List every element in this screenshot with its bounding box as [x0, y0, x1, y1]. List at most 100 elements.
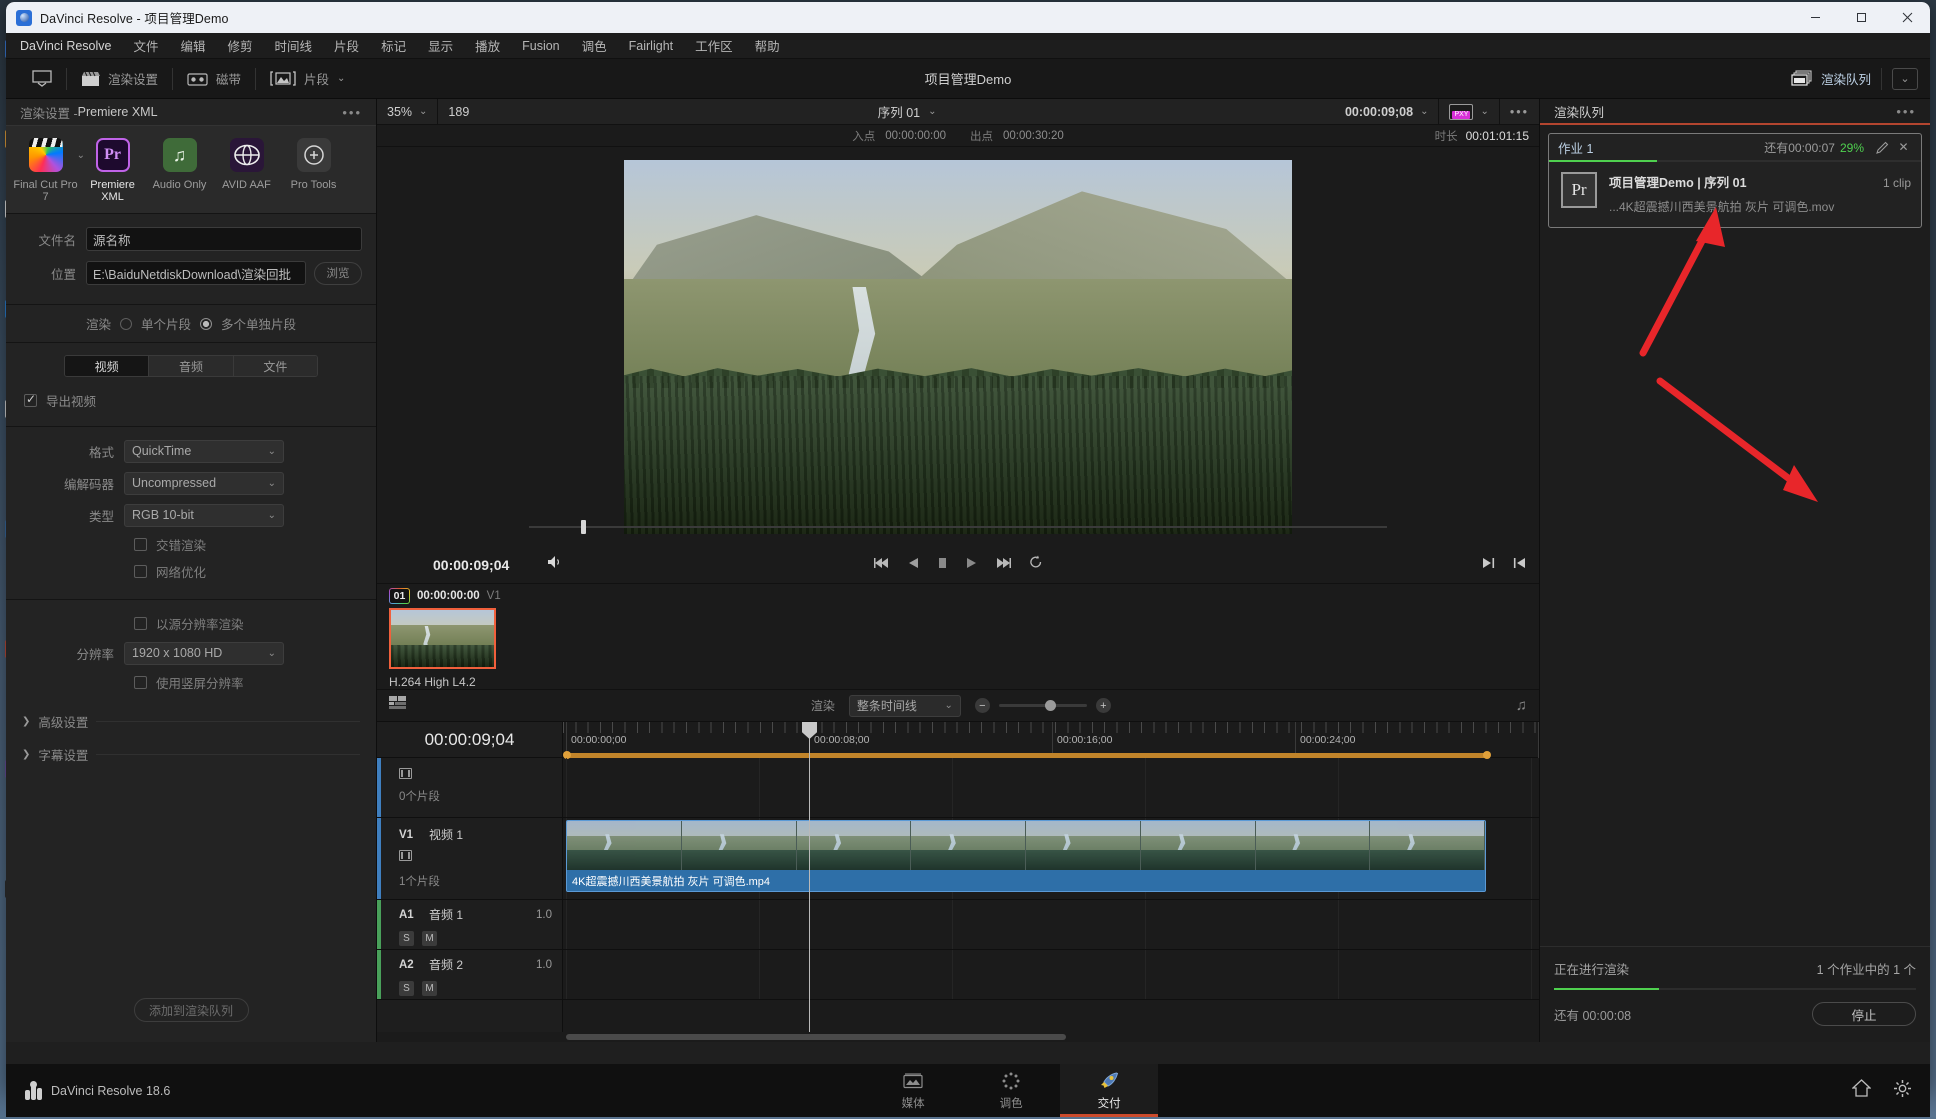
- tab-audio[interactable]: 音频: [149, 356, 233, 376]
- network-optimization-row[interactable]: 网络优化: [134, 562, 376, 581]
- viewer-scrubber[interactable]: [377, 520, 1539, 534]
- audio-note-icon[interactable]: ♫: [1516, 697, 1527, 714]
- tab-video[interactable]: 视频: [65, 356, 149, 376]
- page-color[interactable]: 调色: [962, 1064, 1060, 1117]
- loop-button[interactable]: [1029, 555, 1043, 574]
- tab-file[interactable]: 文件: [234, 356, 317, 376]
- network-optimization-checkbox[interactable]: [134, 565, 147, 578]
- render-job-card[interactable]: 作业 1 还有00:00:0729% ✕ Pr: [1548, 133, 1922, 228]
- export-video-row[interactable]: 导出视频: [24, 391, 376, 410]
- viewer-options-button[interactable]: •••: [1500, 99, 1539, 125]
- monitor-toggle-button[interactable]: [18, 66, 66, 92]
- mute-button[interactable]: M: [422, 981, 437, 996]
- menu-fusion[interactable]: Fusion: [522, 39, 560, 53]
- render-queue-button[interactable]: 渲染队列: [1791, 69, 1871, 88]
- scrollbar-thumb[interactable]: [566, 1034, 1066, 1040]
- minimize-button[interactable]: [1792, 2, 1838, 33]
- clip-mode-button[interactable]: 片段 ⌄: [256, 66, 359, 92]
- play-reverse-button[interactable]: [908, 556, 919, 574]
- timeline-lane-empty[interactable]: [563, 758, 1539, 818]
- track-gain[interactable]: 1.0: [536, 959, 552, 971]
- interlaced-checkbox[interactable]: [134, 538, 147, 551]
- radio-individual-clips[interactable]: [200, 318, 212, 330]
- zoom-selector[interactable]: 35% ⌄: [377, 99, 438, 125]
- render-queue-options-icon[interactable]: •••: [1896, 104, 1916, 119]
- timeline-canvas[interactable]: 00:00:00;00 00:00:08;00 00:00:16;00 00:0…: [563, 722, 1539, 1032]
- add-to-render-queue-button[interactable]: 添加到渲染队列: [134, 998, 249, 1022]
- timeline-view-icon[interactable]: [389, 696, 406, 715]
- solo-button[interactable]: S: [399, 981, 414, 996]
- subtitle-settings-accordion[interactable]: ❯ 字幕设置: [22, 745, 360, 764]
- menu-timeline[interactable]: 时间线: [275, 36, 313, 55]
- preset-pro-tools[interactable]: Pro Tools: [280, 138, 347, 191]
- menu-edit[interactable]: 编辑: [181, 36, 206, 55]
- solo-button[interactable]: S: [399, 931, 414, 946]
- zoom-slider-track[interactable]: [999, 704, 1087, 707]
- stop-render-button[interactable]: 停止: [1812, 1002, 1916, 1026]
- skip-to-end-button[interactable]: [995, 556, 1011, 574]
- radio-single-clip[interactable]: [120, 318, 132, 330]
- gear-icon[interactable]: [1893, 1079, 1912, 1103]
- menu-workspace[interactable]: 工作区: [695, 36, 733, 55]
- sequence-selector[interactable]: 序列 01 ⌄: [479, 102, 1335, 121]
- timeline-lane-a2[interactable]: [563, 950, 1539, 1000]
- menu-fairlight[interactable]: Fairlight: [629, 39, 673, 53]
- menu-trim[interactable]: 修剪: [228, 36, 253, 55]
- track-header-video-empty[interactable]: 0个片段: [377, 758, 562, 818]
- menu-color[interactable]: 调色: [582, 36, 607, 55]
- close-icon[interactable]: ✕: [1895, 140, 1912, 154]
- codec-select[interactable]: Uncompressed ⌄: [124, 472, 284, 495]
- skip-to-start-button[interactable]: [874, 556, 890, 574]
- format-select[interactable]: QuickTime ⌄: [124, 440, 284, 463]
- track-gain[interactable]: 1.0: [536, 909, 552, 921]
- tape-button[interactable]: 磁带: [173, 66, 255, 92]
- source-resolution-checkbox[interactable]: [134, 617, 147, 630]
- audio-icon[interactable]: [547, 555, 564, 574]
- render-range-select[interactable]: 整条时间线 ⌄: [849, 695, 961, 717]
- preset-final-cut-pro-7[interactable]: Final Cut Pro 7 ⌄: [12, 138, 79, 203]
- menu-help[interactable]: 帮助: [755, 36, 780, 55]
- browse-button[interactable]: 浏览: [314, 262, 362, 285]
- stop-button[interactable]: [937, 556, 948, 574]
- type-select[interactable]: RGB 10-bit ⌄: [124, 504, 284, 527]
- panel-toggle-button[interactable]: ⌄: [1892, 68, 1918, 90]
- advanced-settings-accordion[interactable]: ❯ 高级设置: [22, 712, 360, 731]
- out-value[interactable]: 00:00:30:20: [1003, 130, 1064, 142]
- filename-input[interactable]: [86, 227, 362, 251]
- maximize-button[interactable]: [1838, 2, 1884, 33]
- timeline-ruler[interactable]: 00:00:00;00 00:00:08;00 00:00:16;00 00:0…: [563, 722, 1539, 758]
- panel-options-icon[interactable]: •••: [342, 105, 362, 120]
- track-header-a1[interactable]: A1 音频 1 1.0 S M: [377, 900, 562, 950]
- page-media[interactable]: 媒体: [864, 1064, 962, 1117]
- next-marker-button[interactable]: [1481, 556, 1496, 574]
- menu-davinci-resolve[interactable]: DaVinci Resolve: [20, 39, 111, 53]
- menu-mark[interactable]: 标记: [381, 36, 406, 55]
- resolution-select[interactable]: 1920 x 1080 HD ⌄: [124, 642, 284, 665]
- playhead[interactable]: [809, 722, 810, 1032]
- mute-button[interactable]: M: [422, 931, 437, 946]
- prev-marker-button[interactable]: [1512, 556, 1527, 574]
- zoom-out-button[interactable]: −: [975, 698, 990, 713]
- track-header-a2[interactable]: A2 音频 2 1.0 S M: [377, 950, 562, 1000]
- video-preview[interactable]: [624, 160, 1292, 534]
- timeline-horizontal-scrollbar[interactable]: [377, 1032, 1539, 1042]
- preset-premiere-xml[interactable]: Pr Premiere XML: [79, 138, 146, 203]
- home-icon[interactable]: [1852, 1079, 1871, 1102]
- timeline-lane-v1[interactable]: 4K超震撼川西美景航拍 灰片 可调色.mp4: [563, 818, 1539, 900]
- render-settings-button[interactable]: 渲染设置: [67, 66, 172, 92]
- in-value[interactable]: 00:00:00:00: [885, 130, 946, 142]
- location-input[interactable]: [86, 261, 306, 285]
- export-video-checkbox[interactable]: [24, 394, 37, 407]
- proxy-mode-selector[interactable]: PXY ⌄: [1439, 99, 1499, 125]
- source-resolution-row[interactable]: 以源分辨率渲染: [134, 614, 376, 633]
- track-header-v1[interactable]: V1 视频 1 1个片段: [377, 818, 562, 900]
- preset-avid-aaf[interactable]: AVID AAF: [213, 138, 280, 191]
- timeline-lane-a1[interactable]: [563, 900, 1539, 950]
- menu-file[interactable]: 文件: [133, 36, 158, 55]
- play-button[interactable]: [966, 556, 977, 574]
- viewer-timecode[interactable]: 00:00:09;08 ⌄: [1335, 99, 1440, 125]
- menu-view[interactable]: 显示: [428, 36, 453, 55]
- zoom-in-button[interactable]: +: [1096, 698, 1111, 713]
- preset-audio-only[interactable]: ♫ Audio Only: [146, 138, 213, 191]
- menu-clip[interactable]: 片段: [334, 36, 359, 55]
